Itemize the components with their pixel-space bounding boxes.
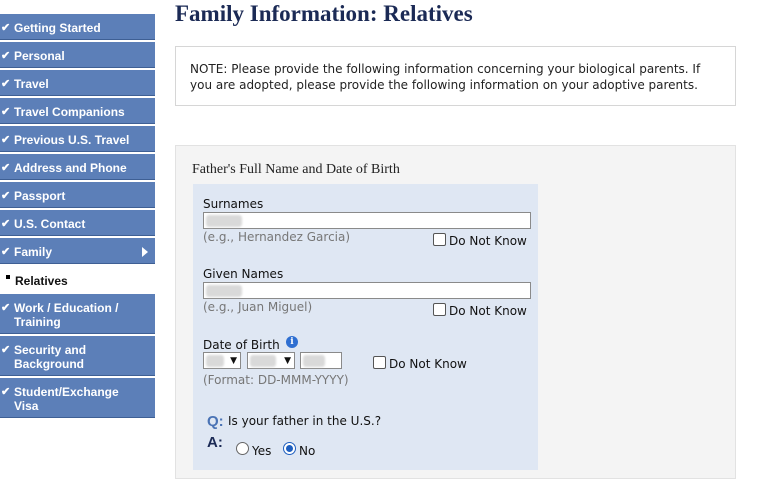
do-not-know-label: Do Not Know: [389, 357, 467, 371]
info-icon[interactable]: i: [286, 336, 298, 348]
sidebar-item-label: Relatives: [15, 274, 68, 288]
sidebar-item-us-contact[interactable]: ✔ U.S. Contact: [0, 210, 155, 236]
sidebar-item-work-education[interactable]: ✔ Work / Education / Training: [0, 294, 155, 334]
father-in-us-question: Is your father in the U.S.?: [228, 414, 382, 428]
father-section: Father's Full Name and Date of Birth Sur…: [175, 145, 736, 479]
sidebar-item-passport[interactable]: ✔ Passport: [0, 182, 155, 208]
given-names-hint: (e.g., Juan Miguel): [203, 300, 313, 314]
chevron-down-icon: ▼: [230, 356, 237, 366]
redacted-value: [250, 355, 276, 367]
sidebar-item-travel-companions[interactable]: ✔ Travel Companions: [0, 98, 155, 124]
dob-day-select[interactable]: ▼: [203, 352, 241, 369]
sidebar-item-getting-started[interactable]: ✔ Getting Started: [0, 14, 155, 40]
bullet-icon: [6, 275, 10, 279]
note-box: NOTE: Please provide the following infor…: [175, 46, 736, 106]
no-radio[interactable]: [283, 442, 296, 455]
redacted-value: [206, 215, 242, 227]
yes-radio[interactable]: [236, 442, 249, 455]
sidebar-item-label: Getting Started: [14, 21, 101, 35]
check-icon: ✔: [1, 106, 11, 118]
check-icon: ✔: [1, 386, 11, 398]
dob-do-not-know-checkbox[interactable]: [373, 356, 386, 369]
chevron-down-icon: ▼: [284, 356, 291, 366]
surnames-do-not-know-checkbox[interactable]: [433, 233, 446, 246]
sidebar-item-label: Work / Education / Training: [14, 301, 119, 329]
sidebar-item-label: Travel Companions: [14, 105, 125, 119]
surnames-label: Surnames: [203, 197, 264, 211]
check-icon: ✔: [1, 162, 11, 174]
check-icon: ✔: [1, 218, 11, 230]
sidebar-item-label: Passport: [14, 189, 66, 203]
dob-year-input[interactable]: [300, 352, 342, 369]
sidebar-item-label: U.S. Contact: [14, 217, 86, 231]
dob-month-select[interactable]: ▼: [247, 352, 295, 369]
check-icon: ✔: [1, 246, 11, 258]
redacted-value: [206, 355, 224, 367]
question-marker: Q:: [207, 413, 224, 430]
sidebar-item-label: Previous U.S. Travel: [14, 133, 130, 147]
sidebar-item-family[interactable]: ✔ Family: [0, 238, 155, 264]
sidebar-item-label: Family: [14, 245, 53, 259]
sidebar-nav: ✔ Getting Started ✔ Personal ✔ Travel ✔ …: [0, 14, 155, 420]
no-label: No: [299, 444, 316, 458]
check-icon: ✔: [1, 50, 11, 62]
sidebar-item-label: Student/Exchange Visa: [14, 385, 119, 413]
surnames-hint: (e.g., Hernandez Garcia): [203, 230, 351, 244]
dob-format-hint: (Format: DD-MMM-YYYY): [203, 373, 349, 387]
check-icon: ✔: [1, 78, 11, 90]
sidebar-item-security-background[interactable]: ✔ Security and Background: [0, 336, 155, 376]
sidebar-item-label: Security and Background: [14, 343, 87, 371]
sidebar-item-personal[interactable]: ✔ Personal: [0, 42, 155, 68]
father-form-panel: Surnames (e.g., Hernandez Garcia) Do Not…: [193, 184, 538, 470]
sidebar-item-travel[interactable]: ✔ Travel: [0, 70, 155, 96]
redacted-value: [206, 285, 242, 297]
do-not-know-label: Do Not Know: [449, 304, 527, 318]
surnames-input[interactable]: [203, 212, 531, 229]
redacted-value: [303, 355, 325, 367]
section-title: Father's Full Name and Date of Birth: [192, 162, 400, 177]
sidebar-item-label: Travel: [14, 77, 49, 91]
sidebar-item-student-exchange-visa[interactable]: ✔ Student/Exchange Visa: [0, 378, 155, 418]
check-icon: ✔: [1, 302, 11, 314]
page-title: Family Information: Relatives: [175, 1, 473, 26]
sidebar-item-label: Personal: [14, 49, 65, 63]
check-icon: ✔: [1, 190, 11, 202]
check-icon: ✔: [1, 22, 11, 34]
expand-arrow-icon: [142, 247, 148, 257]
do-not-know-label: Do Not Know: [449, 234, 527, 248]
check-icon: ✔: [1, 134, 11, 146]
sidebar-item-label: Address and Phone: [14, 161, 127, 175]
dob-label: Date of Birth: [203, 338, 280, 352]
check-icon: ✔: [1, 344, 11, 356]
sidebar-item-address-phone[interactable]: ✔ Address and Phone: [0, 154, 155, 180]
given-names-input[interactable]: [203, 282, 531, 299]
yes-label: Yes: [252, 444, 272, 458]
answer-marker: A:: [207, 434, 223, 451]
given-names-do-not-know-checkbox[interactable]: [433, 303, 446, 316]
sidebar-item-previous-us-travel[interactable]: ✔ Previous U.S. Travel: [0, 126, 155, 152]
given-names-label: Given Names: [203, 267, 284, 281]
sidebar-item-relatives[interactable]: Relatives: [0, 266, 155, 294]
